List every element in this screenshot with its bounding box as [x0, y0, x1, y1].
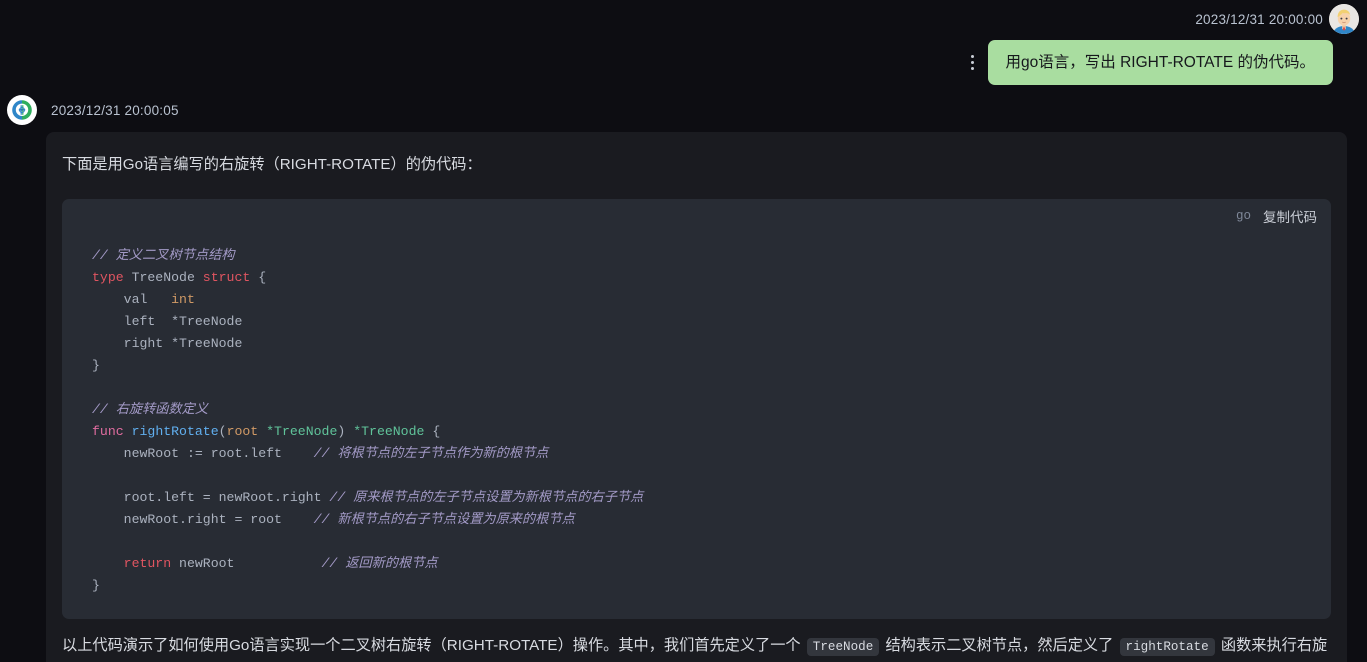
user-message-header: 2023/12/31 20:00:00: [0, 4, 1367, 34]
code-line: [92, 531, 1331, 553]
code-line: // 定义二叉树节点结构: [92, 245, 1331, 267]
code-token: int: [171, 292, 195, 307]
user-avatar[interactable]: [1329, 4, 1359, 34]
inline-code: TreeNode: [807, 638, 879, 656]
code-line: left *TreeNode: [92, 311, 1331, 333]
code-token: struct: [203, 270, 250, 285]
code-token: val: [92, 292, 171, 307]
code-token: newRoot: [171, 556, 321, 571]
code-token: {: [424, 424, 440, 439]
code-token: root: [227, 424, 267, 439]
user-message-turn: 2023/12/31 20:00:00 用go语言，写出 R: [0, 0, 1367, 85]
code-token: {: [250, 270, 266, 285]
code-token: }: [92, 578, 100, 593]
assistant-message-header: 2023/12/31 20:00:05: [0, 92, 1367, 128]
code-token: type: [92, 270, 124, 285]
code-token: }: [92, 358, 100, 373]
code-token: right *TreeNode: [92, 336, 242, 351]
code-block-toolbar: go 复制代码: [62, 199, 1331, 231]
code-token: // 将根节点的左子节点作为新的根节点: [314, 446, 549, 461]
code-line: }: [92, 575, 1331, 597]
code-line: [92, 465, 1331, 487]
inline-code: rightRotate: [1120, 638, 1215, 656]
code-token: TreeNode: [124, 270, 203, 285]
code-token: newRoot := root.left: [92, 446, 314, 461]
code-language-label: go: [1236, 209, 1251, 223]
code-token: left *TreeNode: [92, 314, 242, 329]
explanation-text: 结构表示二叉树节点，然后定义了: [881, 637, 1117, 654]
code-line: // 右旋转函数定义: [92, 399, 1331, 421]
user-message-bubble: 用go语言，写出 RIGHT-ROTATE 的伪代码。: [988, 40, 1333, 85]
assistant-explanation-paragraph: 以上代码演示了如何使用Go语言实现一个二叉树右旋转（RIGHT-ROTATE）操…: [62, 633, 1331, 662]
code-token: *TreeNode: [266, 424, 337, 439]
assistant-message-turn: 2023/12/31 20:00:05 下面是用Go语言编写的右旋转（RIGHT…: [0, 92, 1367, 662]
copy-code-button[interactable]: 复制代码: [1263, 206, 1317, 226]
code-line: newRoot.right = root // 新根节点的右子节点设置为原来的根…: [92, 509, 1331, 531]
user-timestamp: 2023/12/31 20:00:00: [1195, 12, 1323, 27]
code-token: // 返回新的根节点: [322, 556, 438, 571]
explanation-text: 以上代码演示了如何使用Go语言实现一个二叉树右旋转（RIGHT-ROTATE）操…: [62, 637, 805, 654]
code-token: ): [337, 424, 353, 439]
code-line: root.left = newRoot.right // 原来根节点的左子节点设…: [92, 487, 1331, 509]
code-token: *TreeNode: [353, 424, 424, 439]
assistant-logo-avatar[interactable]: [7, 95, 37, 125]
code-block: go 复制代码 // 定义二叉树节点结构 type TreeNode struct…: [62, 199, 1331, 619]
code-line: }: [92, 355, 1331, 377]
user-message-row: 用go语言，写出 RIGHT-ROTATE 的伪代码。: [0, 40, 1367, 85]
code-token: // 右旋转函数定义: [92, 402, 208, 417]
code-token: root.left = newRoot.right: [92, 490, 329, 505]
code-token: func: [92, 424, 124, 439]
code-token: newRoot.right = root: [92, 512, 314, 527]
code-token: rightRotate: [132, 424, 219, 439]
more-vertical-icon[interactable]: [965, 50, 981, 76]
code-line: right *TreeNode: [92, 333, 1331, 355]
code-token: (: [219, 424, 227, 439]
code-line: [92, 377, 1331, 399]
chat-page: 2023/12/31 20:00:00 用go语言，写出 R: [0, 0, 1367, 662]
code-token: return: [92, 556, 171, 571]
code-line: func rightRotate(root *TreeNode) *TreeNo…: [92, 421, 1331, 443]
code-line: type TreeNode struct {: [92, 267, 1331, 289]
code-line: return newRoot // 返回新的根节点: [92, 553, 1331, 575]
assistant-timestamp: 2023/12/31 20:00:05: [51, 103, 179, 118]
code-token: // 定义二叉树节点结构: [92, 248, 234, 263]
assistant-message-card: 下面是用Go语言编写的右旋转（RIGHT-ROTATE）的伪代码： go 复制代…: [46, 132, 1347, 662]
code-line: newRoot := root.left // 将根节点的左子节点作为新的根节点: [92, 443, 1331, 465]
code-token: // 原来根节点的左子节点设置为新根节点的右子节点: [329, 490, 643, 505]
code-line: val int: [92, 289, 1331, 311]
assistant-intro-paragraph: 下面是用Go语言编写的右旋转（RIGHT-ROTATE）的伪代码：: [62, 152, 1331, 179]
code-content[interactable]: // 定义二叉树节点结构 type TreeNode struct { val i…: [62, 231, 1331, 619]
code-token: // 新根节点的右子节点设置为原来的根节点: [314, 512, 575, 527]
code-token: [124, 424, 132, 439]
